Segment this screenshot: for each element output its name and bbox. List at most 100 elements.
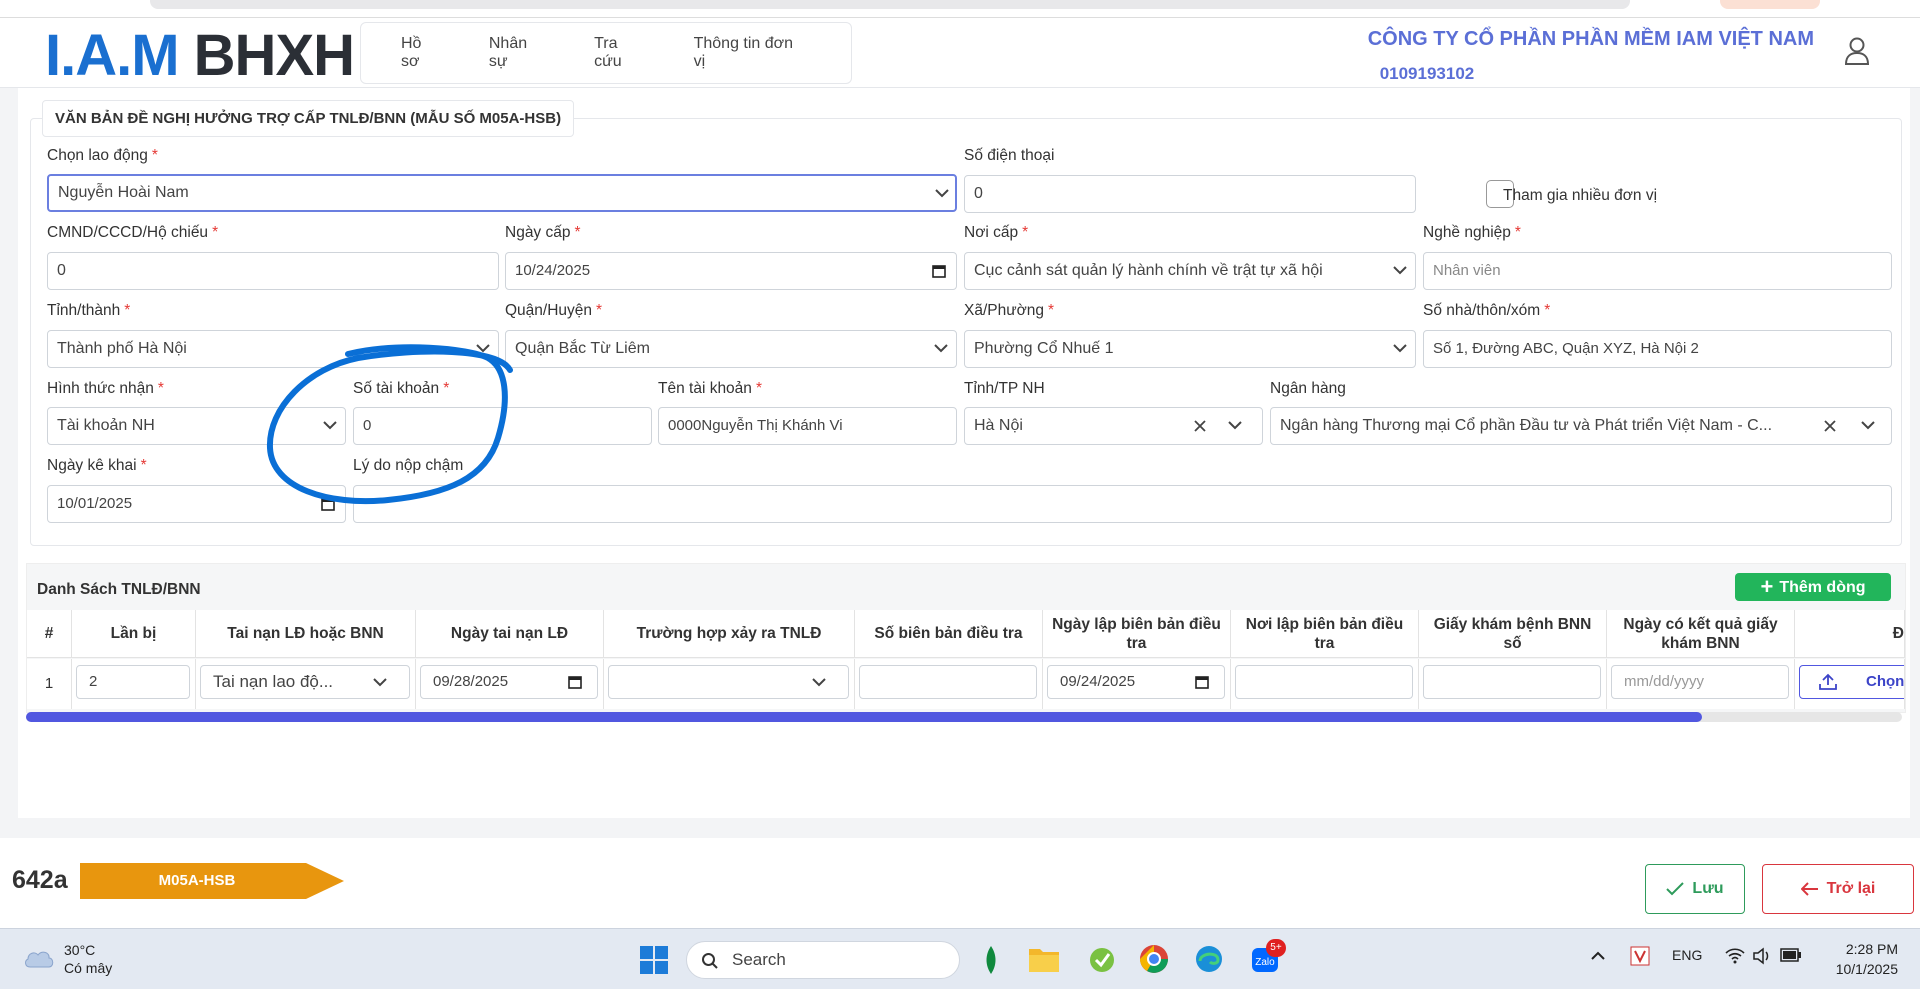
form-title: VĂN BẢN ĐỀ NGHỊ HƯỞNG TRỢ CẤP TNLĐ/BNN (… [42,100,575,137]
chevron-down-icon [935,189,949,198]
label-account-name: Tên tài khoản * [658,380,762,397]
th-accident-date: Ngày tai nạn LĐ [416,610,604,658]
th-type: Tai nạn LĐ hoặc BNN [196,610,416,658]
report-date-input[interactable]: 09/24/2025 [1047,665,1225,699]
upload-label: Chọn [1866,673,1905,690]
declare-date-value: 10/01/2025 [57,495,133,512]
label-employee: Chọn lao động * [47,147,158,164]
search-placeholder: Search [732,950,786,969]
chevron-up-icon[interactable] [1591,951,1605,961]
bank-province-value: Hà Nội [974,417,1023,434]
language-indicator[interactable]: ENG [1672,947,1702,963]
upload-button[interactable]: Chọn [1799,665,1905,699]
weather-temp: 30°C [64,942,96,958]
chevron-down-icon [812,678,826,687]
app-leaf-icon[interactable] [1088,944,1116,974]
issue-date-input[interactable]: 10/24/2025 [505,252,957,290]
horizontal-scrollbar[interactable] [26,712,1902,722]
ward-select[interactable]: Phường Cổ Nhuế 1 [964,330,1416,368]
upload-icon [1819,673,1837,690]
calendar-icon[interactable] [1195,675,1209,689]
report-no-input[interactable] [859,665,1037,699]
battery-icon[interactable] [1780,948,1802,962]
scrollbar-thumb[interactable] [26,712,1702,722]
chevron-down-icon [1861,421,1875,430]
th-case: Trường hợp xảy ra TNLĐ [604,610,855,658]
times-input[interactable]: 2 [76,665,190,699]
save-button[interactable]: Lưu [1645,864,1745,914]
row-index: 1 [27,659,72,709]
check-icon [1666,882,1685,896]
issue-place-select[interactable]: Cục cảnh sát quản lý hành chính về trật … [964,252,1416,290]
clear-icon[interactable] [1192,418,1208,434]
ward-value: Phường Cổ Nhuế 1 [974,340,1114,357]
back-button[interactable]: Trở lại [1762,864,1914,914]
bank-select[interactable]: Ngân hàng Thương mại Cổ phần Đầu tư và P… [1270,407,1892,445]
volume-icon[interactable] [1752,947,1772,965]
employee-value: Nguyễn Hoài Nam [58,184,189,201]
cell-attachment: Chọn [1795,659,1905,709]
cell-times: 2 [72,659,196,709]
late-reason-input[interactable] [353,485,1892,523]
result-date-input[interactable]: mm/dd/yyyy [1611,665,1789,699]
id-number-input[interactable]: 0 [47,252,499,290]
cell-report-no [855,659,1043,709]
form-tag-label: M05A-HSB [158,872,236,889]
address-input[interactable]: Số 1, Đường ABC, Quận XYZ, Hà Nội 2 [1423,330,1892,368]
account-name-input[interactable]: 0000Nguyễn Thị Khánh Vi [658,407,957,445]
label-occupation: Nghề nghiệp * [1423,224,1521,241]
report-date-value: 09/24/2025 [1060,673,1136,690]
th-result-date: Ngày có kết quả giấy khám BNN [1607,610,1795,658]
user-account-icon[interactable] [1843,36,1871,66]
label-issue-place: Nơi cấp * [964,224,1029,241]
arrow-left-icon [1800,882,1818,896]
nav-thong-tin-don-vi[interactable]: Thông tin đơn vị [694,35,805,71]
type-select[interactable]: Tai nạn lao độ... [200,665,410,699]
cell-case [604,659,855,709]
type-value: Tai nạn lao độ... [213,672,334,691]
occupation-input[interactable]: Nhân viên [1423,252,1892,290]
wifi-icon[interactable] [1724,947,1746,965]
issue-date-value: 10/24/2025 [515,262,591,279]
nav-nhan-su[interactable]: Nhân sự [489,35,548,71]
report-place-input[interactable] [1235,665,1413,699]
mongodb-compass-icon[interactable] [980,945,1002,975]
accident-list-section: Danh Sách TNLĐ/BNN + Thêm dòng # Lần bị T… [26,563,1906,713]
label-bank-province: Tỉnh/TP NH [964,380,1045,397]
province-value: Thành phố Hà Nội [57,340,187,357]
company-tax-code: 0109193102 [1379,64,1475,83]
clear-icon[interactable] [1822,418,1838,434]
case-select[interactable] [608,665,849,699]
calendar-icon[interactable] [568,675,582,689]
th-bnn-no: Giấy khám bệnh BNN số [1419,610,1607,658]
app-logo[interactable]: I.A.M BHXH [45,26,355,86]
employee-select[interactable]: Nguyễn Hoài Nam [47,174,957,212]
add-row-button[interactable]: + Thêm dòng [1735,573,1891,601]
record-code: 642a [12,866,68,894]
main-nav: Hồ sơ Nhân sự Tra cứu Thông tin đơn vị [360,22,852,84]
nav-tra-cuu[interactable]: Tra cứu [594,35,648,71]
system-clock[interactable]: 2:28 PM 10/1/2025 [1818,939,1898,979]
label-bank: Ngân hàng [1270,380,1346,397]
nav-ho-so[interactable]: Hồ sơ [401,35,443,71]
plus-icon: + [1760,574,1774,599]
th-attachment: Đ [1795,610,1905,658]
phone-input[interactable]: 0 [964,175,1416,213]
chrome-icon[interactable] [1138,943,1170,975]
bnn-no-input[interactable] [1423,665,1601,699]
th-index: # [27,610,72,658]
calendar-icon[interactable] [932,264,946,278]
bank-province-select[interactable]: Hà Nội [964,407,1263,445]
file-explorer-icon[interactable] [1028,945,1060,973]
edge-icon[interactable] [1194,944,1224,974]
form-tag: M05A-HSB [80,863,344,899]
multi-unit-label: Tham gia nhiều đơn vị [1503,187,1658,204]
app-header: I.A.M BHXH Hồ sơ Nhân sự Tra cứu Thông t… [0,18,1920,88]
windows-start-icon[interactable] [640,946,668,974]
taskbar-search[interactable]: Search [686,941,960,979]
accident-date-value: 09/28/2025 [433,673,509,690]
label-phone: Số điện thoại [964,147,1055,164]
district-select[interactable]: Quận Bắc Từ Liêm [505,330,957,368]
accident-date-input[interactable]: 09/28/2025 [420,665,598,699]
tray-app-icon[interactable] [1630,946,1650,966]
